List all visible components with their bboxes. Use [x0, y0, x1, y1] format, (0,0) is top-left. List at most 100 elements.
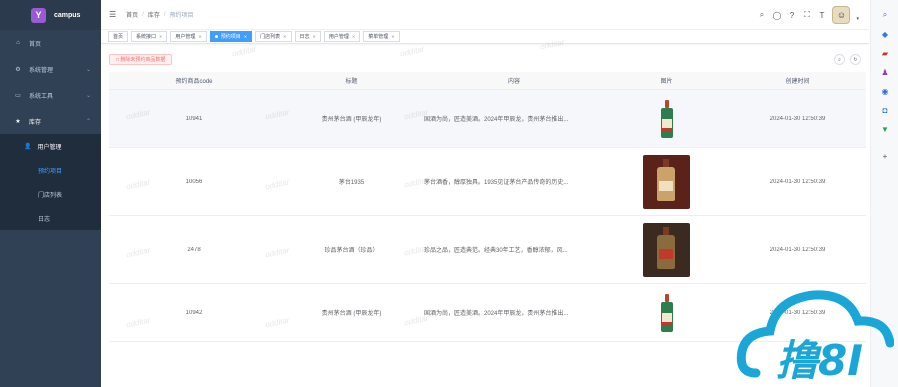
tag-menu-management[interactable]: 菜单管理 ✕: [363, 31, 400, 42]
tag-store-list[interactable]: 门店列表 ✕: [255, 31, 292, 42]
sidebar-item-label: 库存: [29, 119, 42, 126]
close-icon[interactable]: ✕: [283, 34, 286, 39]
tag-icon[interactable]: ◆: [880, 29, 890, 39]
column-header-image[interactable]: 图片: [604, 76, 729, 85]
breadcrumb-separator: /: [142, 11, 144, 18]
app-name: campus: [54, 11, 81, 19]
logo-area[interactable]: Y campus: [0, 0, 101, 30]
breadcrumb-current: 预约项目: [169, 13, 194, 19]
chevron-up-icon: ⌃: [85, 118, 91, 125]
brand-logo: 撸8I: [736, 285, 895, 385]
sidebar-item-inventory[interactable]: ★ 库存 ⌃: [0, 108, 101, 134]
tag-system-api[interactable]: 系统接口 ✕: [131, 31, 168, 42]
cell-image[interactable]: [604, 293, 729, 332]
font-size-icon[interactable]: T: [817, 11, 826, 20]
sidebar-item-label: 系统工具: [29, 93, 54, 100]
chevron-down-icon: ⌄: [85, 66, 91, 73]
sidebar-item-log[interactable]: 日志: [0, 206, 101, 230]
breadcrumb-item[interactable]: 首页: [126, 10, 138, 19]
column-header-title[interactable]: 标题: [279, 76, 424, 85]
product-image[interactable]: [660, 293, 673, 332]
avatar[interactable]: ☺: [832, 6, 851, 24]
close-icon[interactable]: ✕: [198, 34, 201, 39]
table-row[interactable]: 10941 贵州茅台酒 (甲辰龙年) 国酒为尚，匠造美酒。2024年甲辰龙，贵州…: [109, 90, 866, 148]
sidebar-item-label: 系统管理: [29, 67, 54, 74]
sidebar-submenu: 👤 用户管理 预约项目 门店列表 日志: [0, 134, 101, 230]
gear-icon: ⚙: [15, 66, 21, 73]
close-icon[interactable]: ✕: [352, 34, 355, 39]
tag-log[interactable]: 日志 ✕: [294, 31, 321, 42]
breadcrumb-item[interactable]: 库存: [148, 10, 160, 19]
sidebar-item-label: 用户管理: [37, 144, 62, 151]
github-icon[interactable]: ◯: [772, 11, 782, 20]
sidebar-item-system-management[interactable]: ⚙ 系统管理 ⌄: [0, 56, 101, 82]
tag-label: 系统接口: [136, 34, 157, 40]
header-actions: ⌕ ◯ ? ⛶ T ☺ ▾: [757, 6, 859, 24]
chevron-down-icon: ⌄: [85, 92, 91, 99]
app-logo-icon: Y: [31, 7, 46, 23]
cell-code: 10942: [185, 309, 203, 316]
column-header-created[interactable]: 创建时间: [729, 76, 866, 85]
circle-icon[interactable]: ◉: [880, 86, 890, 96]
close-icon[interactable]: ✕: [159, 34, 162, 39]
table-row[interactable]: 2478 珍品茅台酒（珍品） 珍品之品，匠造典范。经典30年工艺，香醇浓郁，风.…: [109, 216, 866, 284]
delete-unreserved-button[interactable]: □ 删除未预约商品数据: [109, 53, 173, 65]
search-icon[interactable]: ⌕: [757, 10, 766, 20]
cell-image[interactable]: [604, 99, 729, 138]
top-navbar: ☰ 首页 / 库存 / 预约项目 ⌕ ◯ ? ⛶ T ☺ ▾: [101, 0, 869, 30]
tag-label: 用户管理: [175, 34, 196, 40]
plus-icon[interactable]: +: [880, 151, 890, 161]
tag-label: 用户管理: [328, 34, 349, 40]
cell-image[interactable]: [604, 222, 729, 277]
sidebar-item-store-list[interactable]: 门店列表: [0, 182, 101, 206]
cell-title: 珍品茅台酒（珍品）: [324, 248, 379, 254]
tag-label: 门店列表: [260, 34, 281, 40]
cell-created: 2024-01-30 12:50:39: [769, 178, 826, 185]
fullscreen-icon[interactable]: ⛶: [802, 10, 811, 20]
close-icon[interactable]: ✕: [244, 34, 247, 39]
cell-title: 贵州茅台酒 (甲辰龙年): [321, 117, 382, 123]
cell-created: 2024-01-30 12:50:39: [769, 246, 826, 253]
person-icon[interactable]: ♟: [880, 67, 890, 77]
sidebar-item-home[interactable]: ⌂ 首页: [0, 30, 101, 56]
help-icon[interactable]: ?: [787, 11, 796, 20]
tag-label: 菜单管理: [368, 34, 389, 40]
cloud-logo-icon: 撸8I: [736, 290, 895, 385]
sidebar-item-system-tools[interactable]: ▭ 系统工具 ⌄: [0, 82, 101, 108]
search-toggle-icon[interactable]: ⌕: [834, 54, 845, 65]
briefcase-icon[interactable]: ▰: [880, 48, 890, 58]
sidebar: Y campus ⌂ 首页 ⚙ 系统管理 ⌄ ▭ 系统工具 ⌄ ★ 库存 ⌃ 👤…: [0, 0, 101, 387]
product-image[interactable]: [643, 222, 690, 277]
column-header-content[interactable]: 内容: [424, 76, 604, 85]
cart-icon[interactable]: ▼: [880, 124, 890, 134]
table-row[interactable]: 10056 茅台1935 茅台酒香，醇厚独具。1935见证茅台产品传奇的历史..…: [109, 148, 866, 216]
cell-code: 2478: [187, 246, 201, 253]
tags-view: 首页 系统接口 ✕ 用户管理 ✕ 预约项目 ✕ 门店列表 ✕ 日志 ✕ 用户管理 ✕ 菜单管…: [101, 30, 869, 44]
close-icon[interactable]: ✕: [313, 34, 316, 39]
refresh-icon[interactable]: ↻: [850, 54, 861, 65]
outlook-icon[interactable]: ◘: [880, 105, 890, 115]
close-icon[interactable]: ✕: [391, 34, 394, 39]
tools-icon: ▭: [15, 92, 21, 99]
sidebar-item-reservation-project[interactable]: 预约项目: [0, 158, 101, 182]
search-icon[interactable]: ⌕: [880, 10, 890, 20]
sidebar-item-user-management[interactable]: 👤 用户管理: [0, 134, 101, 158]
caret-down-icon[interactable]: ▾: [856, 16, 859, 22]
table-header: 预约商品code 标题 内容 图片 创建时间: [109, 72, 866, 90]
brand-text: 撸8I: [776, 336, 863, 383]
cell-content: 国酒为尚，匠造美酒。2024年甲辰龙，贵州茅台推出...: [424, 311, 569, 317]
cell-content: 国酒为尚，匠造美酒。2024年甲辰龙，贵州茅台推出...: [424, 117, 569, 123]
column-header-code[interactable]: 预约商品code: [109, 76, 279, 85]
product-image[interactable]: [660, 99, 673, 138]
tag-reservation-project[interactable]: 预约项目 ✕: [209, 31, 253, 42]
cell-content: 茅台酒香，醇厚独具。1935见证茅台产品传奇的历史...: [424, 180, 569, 186]
cell-created: 2024-01-30 12:50:39: [769, 115, 826, 122]
cell-content: 珍品之品，匠造典范。经典30年工艺，香醇浓郁，风...: [424, 248, 568, 254]
tag-user-management-2[interactable]: 用户管理 ✕: [323, 31, 361, 42]
product-image[interactable]: [643, 154, 690, 209]
tag-home[interactable]: 首页: [108, 31, 129, 42]
cell-image[interactable]: [604, 154, 729, 209]
tag-user-management[interactable]: 用户管理 ✕: [170, 31, 207, 42]
hamburger-icon[interactable]: ☰: [109, 10, 116, 19]
cell-title: 贵州茅台酒 (甲辰龙年): [321, 311, 382, 317]
